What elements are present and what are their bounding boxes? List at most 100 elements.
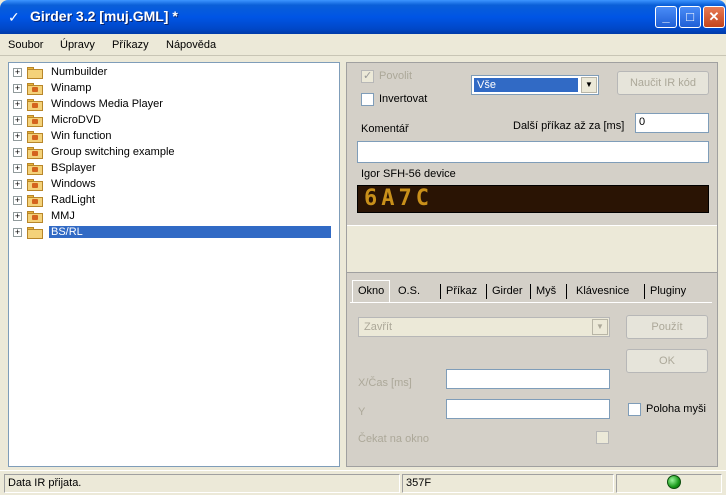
tree-item[interactable]: + Group switching example bbox=[11, 145, 337, 161]
tree-item-label: Group switching example bbox=[51, 146, 175, 158]
close-button[interactable]: ✕ bbox=[703, 6, 725, 28]
expand-icon[interactable]: + bbox=[13, 180, 22, 189]
tab-okno[interactable]: Okno bbox=[352, 280, 391, 302]
expand-icon[interactable]: + bbox=[13, 148, 22, 157]
tab-os[interactable]: O.S. bbox=[396, 282, 422, 302]
close-icon: ✕ bbox=[708, 9, 720, 24]
mouse-pos-checkbox[interactable] bbox=[628, 403, 641, 416]
tab-girder[interactable]: Girder bbox=[490, 282, 525, 302]
expand-icon[interactable]: + bbox=[13, 84, 22, 93]
tree-item-label: Windows bbox=[51, 178, 96, 190]
filter-combo-value: Vše bbox=[474, 78, 578, 92]
panel-separator bbox=[347, 225, 717, 273]
filter-combo[interactable]: Vše ▼ bbox=[471, 75, 599, 95]
folder-icon bbox=[27, 99, 43, 111]
wait-label: Čekat na okno bbox=[358, 433, 429, 445]
chevron-down-icon[interactable]: ▼ bbox=[592, 319, 608, 335]
expand-icon[interactable]: + bbox=[13, 164, 22, 173]
expand-icon[interactable]: + bbox=[13, 132, 22, 141]
enable-label: Povolit bbox=[379, 70, 413, 82]
window-title: Girder 3.2 [muj.GML] * bbox=[30, 8, 178, 24]
expand-icon[interactable]: + bbox=[13, 228, 22, 237]
menu-upravy[interactable]: Úpravy bbox=[60, 39, 95, 51]
folder-icon bbox=[27, 163, 43, 175]
expand-icon[interactable]: + bbox=[13, 68, 22, 77]
device-label: Igor SFH-56 device bbox=[361, 168, 456, 180]
folder-icon bbox=[27, 67, 43, 79]
tree-item[interactable]: + BSplayer bbox=[11, 161, 337, 177]
invert-label: Invertovat bbox=[379, 93, 428, 105]
maximize-button[interactable]: □ bbox=[679, 6, 701, 28]
tab-panel-okno: Zavřít ▼ Použít OK X/Čas [ms] Y Poloha m… bbox=[350, 302, 712, 460]
tab-pluginy[interactable]: Pluginy bbox=[648, 282, 688, 302]
tab-klavesnice[interactable]: Klávesnice bbox=[574, 282, 631, 302]
folder-icon bbox=[27, 211, 43, 223]
invert-checkbox[interactable] bbox=[361, 93, 374, 106]
status-bar: Data IR přijata. 357F bbox=[0, 470, 726, 495]
tab-divider bbox=[644, 284, 645, 299]
next-cmd-input[interactable]: 0 bbox=[635, 113, 709, 133]
tree-item[interactable]: + MicroDVD bbox=[11, 113, 337, 129]
menu-soubor[interactable]: Soubor bbox=[8, 39, 43, 51]
y-label: Y bbox=[358, 406, 366, 418]
window-action-value: Zavřít bbox=[364, 321, 393, 333]
chevron-down-icon[interactable]: ▼ bbox=[581, 77, 597, 93]
tree-item[interactable]: + Windows Media Player bbox=[11, 97, 337, 113]
folder-icon bbox=[27, 131, 43, 143]
menu-bar: Soubor Úpravy Příkazy Nápověda bbox=[0, 34, 726, 56]
tree-item[interactable]: + Windows bbox=[11, 177, 337, 193]
comment-input[interactable] bbox=[357, 141, 709, 163]
menu-prikazy[interactable]: Příkazy bbox=[112, 39, 149, 51]
wait-checkbox[interactable] bbox=[596, 431, 609, 444]
tree-item-label: BS/RL bbox=[49, 226, 331, 238]
tab-divider bbox=[530, 284, 531, 299]
ir-code-display: 6A7C bbox=[357, 185, 709, 213]
ok-button[interactable]: OK bbox=[626, 349, 708, 373]
expand-icon[interactable]: + bbox=[13, 196, 22, 205]
expand-icon[interactable]: + bbox=[13, 212, 22, 221]
tab-divider bbox=[566, 284, 567, 299]
tree-item[interactable]: + RadLight bbox=[11, 193, 337, 209]
tree-item[interactable]: + Winamp bbox=[11, 81, 337, 97]
app-icon: ✓ bbox=[8, 9, 20, 25]
learn-ir-button[interactable]: Naučit IR kód bbox=[617, 71, 709, 95]
enable-checkbox[interactable] bbox=[361, 69, 374, 83]
tree-item[interactable]: + Win function bbox=[11, 129, 337, 145]
tab-divider bbox=[486, 284, 487, 299]
time-label: X/Čas [ms] bbox=[358, 377, 412, 389]
y-input[interactable] bbox=[446, 399, 610, 419]
tree-item-label: Numbuilder bbox=[51, 66, 108, 78]
window-action-combo[interactable]: Zavřít ▼ bbox=[358, 317, 610, 337]
tree-item-label: Win function bbox=[51, 130, 112, 142]
tab-divider bbox=[440, 284, 441, 299]
time-input[interactable] bbox=[446, 369, 610, 389]
tab-prikaz[interactable]: Příkaz bbox=[444, 282, 479, 302]
mouse-pos-label: Poloha myši bbox=[646, 403, 706, 415]
status-code: 357F bbox=[402, 474, 614, 493]
next-cmd-label: Další příkaz až za [ms] bbox=[513, 120, 625, 132]
minimize-icon: _ bbox=[662, 9, 670, 24]
maximize-icon: □ bbox=[686, 9, 694, 24]
folder-icon bbox=[27, 115, 43, 127]
status-message: Data IR přijata. bbox=[4, 474, 400, 493]
title-bar: ✓ Girder 3.2 [muj.GML] * _ □ ✕ bbox=[0, 0, 726, 34]
tree-item-label: Winamp bbox=[51, 82, 92, 94]
tree-item-label: MicroDVD bbox=[51, 114, 102, 126]
command-tree[interactable]: + Numbuilder + Winamp + Windows Media Pl… bbox=[8, 62, 340, 467]
tree-item-label: MMJ bbox=[51, 210, 75, 222]
tree-item-label: RadLight bbox=[51, 194, 96, 206]
minimize-button[interactable]: _ bbox=[655, 6, 677, 28]
menu-napoveda[interactable]: Nápověda bbox=[166, 39, 216, 51]
tab-mys[interactable]: Myš bbox=[534, 282, 558, 302]
expand-icon[interactable]: + bbox=[13, 100, 22, 109]
tree-item[interactable]: + Numbuilder bbox=[11, 65, 337, 81]
comment-label: Komentář bbox=[361, 123, 409, 135]
folder-icon bbox=[27, 179, 43, 191]
tree-item-label: Windows Media Player bbox=[51, 98, 163, 110]
ir-status-led bbox=[667, 475, 681, 489]
folder-icon bbox=[27, 147, 43, 159]
tree-item[interactable]: + BS/RL bbox=[11, 225, 337, 241]
expand-icon[interactable]: + bbox=[13, 116, 22, 125]
tree-item[interactable]: + MMJ bbox=[11, 209, 337, 225]
apply-button[interactable]: Použít bbox=[626, 315, 708, 339]
